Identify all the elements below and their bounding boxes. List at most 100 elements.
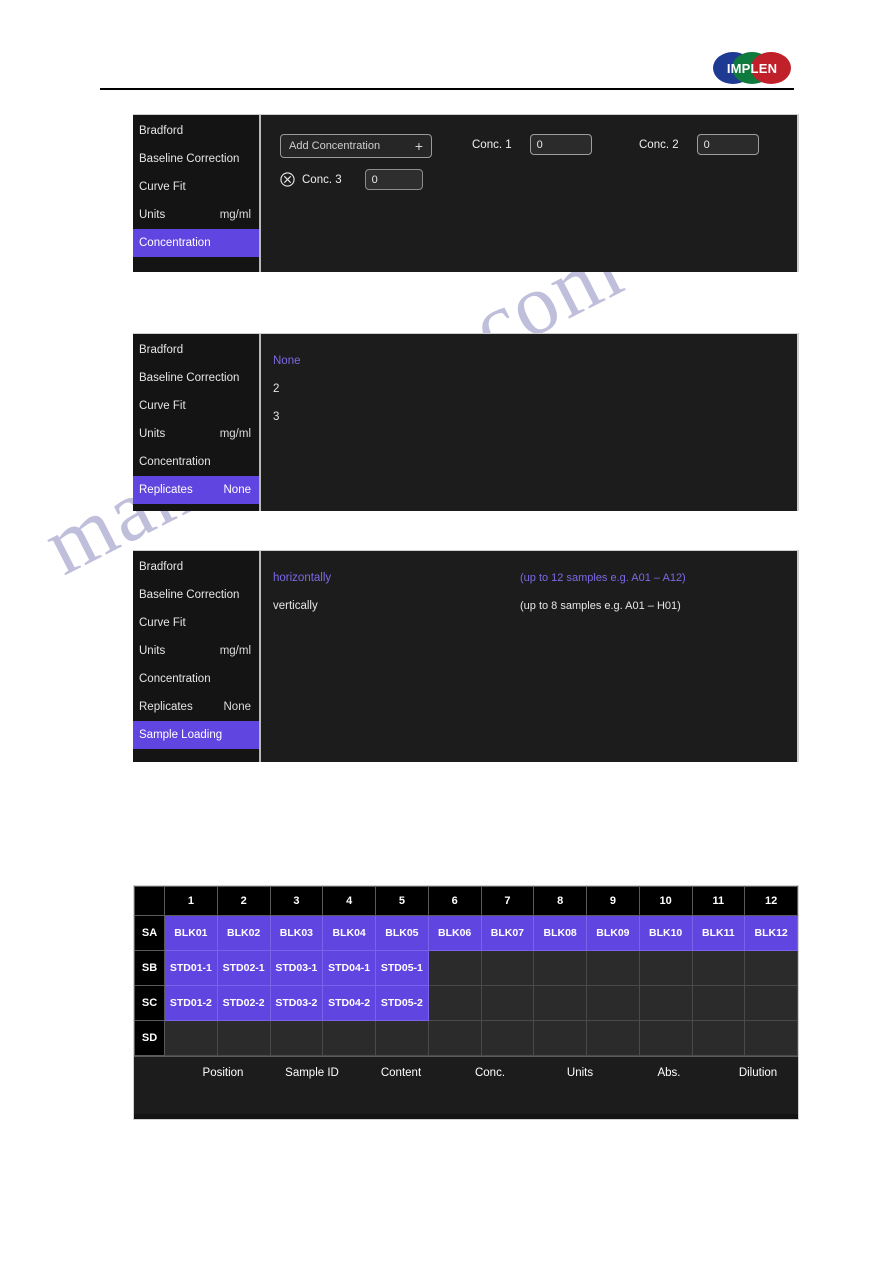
- plate-cell[interactable]: BLK06: [427, 915, 482, 951]
- plate-cell[interactable]: [533, 1020, 587, 1056]
- plate-cell[interactable]: [269, 1020, 324, 1056]
- replicates-option-list: None 2 3: [273, 347, 797, 431]
- option-none[interactable]: None: [273, 347, 797, 375]
- plate-cell[interactable]: [691, 1020, 746, 1056]
- sidebar-item-label: Units: [139, 645, 166, 657]
- plate-cell[interactable]: [480, 950, 535, 986]
- sidebar-item-curve-fit[interactable]: Curve Fit: [133, 173, 259, 201]
- plate-row-header[interactable]: SC: [134, 985, 165, 1021]
- option-3[interactable]: 3: [273, 403, 797, 431]
- plate-cell[interactable]: [586, 950, 640, 986]
- plate-col-header[interactable]: 2: [216, 886, 271, 916]
- sidebar-item-replicates[interactable]: Replicates None: [133, 693, 259, 721]
- option-horizontally[interactable]: horizontally (up to 12 samples e.g. A01 …: [273, 564, 797, 592]
- plate-cell[interactable]: STD05-2: [375, 985, 429, 1021]
- plate-cell[interactable]: [744, 950, 798, 986]
- sidebar-item-bradford[interactable]: Bradford: [133, 336, 259, 364]
- plate-col-header[interactable]: 11: [691, 886, 746, 916]
- option-2[interactable]: 2: [273, 375, 797, 403]
- plate-row-header[interactable]: SB: [134, 950, 165, 986]
- add-concentration-button[interactable]: Add Concentration +: [280, 134, 432, 158]
- plate-cell[interactable]: STD03-1: [269, 950, 324, 986]
- plate-cell[interactable]: STD03-2: [269, 985, 324, 1021]
- sidebar-item-curve-fit[interactable]: Curve Fit: [133, 609, 259, 637]
- footer-header-sample-id: Sample ID: [285, 1067, 339, 1079]
- conc1-input[interactable]: 0: [529, 134, 592, 155]
- plate-cell[interactable]: [427, 1020, 482, 1056]
- plate-col-header[interactable]: 1: [164, 886, 218, 916]
- plate-cell[interactable]: [533, 985, 587, 1021]
- sidebar-item-bradford[interactable]: Bradford: [133, 117, 259, 145]
- sidebar-item-baseline-correction[interactable]: Baseline Correction: [133, 581, 259, 609]
- plate-cell[interactable]: [427, 985, 482, 1021]
- plate-cell[interactable]: [691, 950, 746, 986]
- plate-cell[interactable]: BLK08: [533, 915, 587, 951]
- plate-cell[interactable]: [744, 985, 798, 1021]
- panel3-sidebar: Bradford Baseline Correction Curve Fit U…: [133, 551, 261, 762]
- plate-cell[interactable]: STD01-1: [164, 950, 218, 986]
- sidebar-item-concentration[interactable]: Concentration: [133, 229, 259, 257]
- plate-cell[interactable]: [480, 985, 535, 1021]
- plate-col-header[interactable]: 10: [638, 886, 693, 916]
- plate-col-header[interactable]: 8: [533, 886, 587, 916]
- plate-cell[interactable]: [427, 950, 482, 986]
- plate-cell[interactable]: [164, 1020, 218, 1056]
- panel1-sidebar: Bradford Baseline Correction Curve Fit U…: [133, 115, 261, 272]
- plate-cell[interactable]: [586, 985, 640, 1021]
- sidebar-item-units[interactable]: Units mg/ml: [133, 420, 259, 448]
- sidebar-item-sample-loading[interactable]: Sample Loading: [133, 721, 259, 749]
- plate-cell[interactable]: [375, 1020, 429, 1056]
- plate-cell[interactable]: BLK07: [480, 915, 535, 951]
- plate-col-header[interactable]: 6: [427, 886, 482, 916]
- plate-cell[interactable]: [216, 1020, 271, 1056]
- plate-cell[interactable]: [322, 1020, 376, 1056]
- plate-cell[interactable]: STD04-1: [322, 950, 376, 986]
- plate-col-header[interactable]: 5: [375, 886, 429, 916]
- sidebar-item-replicates[interactable]: Replicates None: [133, 476, 259, 504]
- plate-cell[interactable]: [638, 1020, 693, 1056]
- plate-cell[interactable]: BLK09: [586, 915, 640, 951]
- plate-cell[interactable]: BLK05: [375, 915, 429, 951]
- plate-row-header[interactable]: SD: [134, 1020, 165, 1056]
- sidebar-item-concentration[interactable]: Concentration: [133, 665, 259, 693]
- plate-col-header[interactable]: 7: [480, 886, 535, 916]
- plate-cell[interactable]: BLK01: [164, 915, 218, 951]
- plate-cell[interactable]: BLK11: [691, 915, 746, 951]
- plate-cell[interactable]: BLK10: [638, 915, 693, 951]
- plate-cell[interactable]: BLK12: [744, 915, 798, 951]
- plate-cell[interactable]: [480, 1020, 535, 1056]
- plate-cell[interactable]: BLK03: [269, 915, 324, 951]
- plate-grid: 1 2 3 4 5 6 7 8 9 10 11 12 SA BLK01 BLK0…: [134, 886, 798, 1056]
- plate-cell[interactable]: STD04-2: [322, 985, 376, 1021]
- sidebar-item-curve-fit[interactable]: Curve Fit: [133, 392, 259, 420]
- conc3-input[interactable]: 0: [364, 169, 423, 190]
- plate-cell[interactable]: [691, 985, 746, 1021]
- sidebar-item-baseline-correction[interactable]: Baseline Correction: [133, 364, 259, 392]
- table-row: SD: [134, 1020, 798, 1056]
- plate-cell[interactable]: STD02-1: [216, 950, 271, 986]
- sidebar-item-baseline-correction[interactable]: Baseline Correction: [133, 145, 259, 173]
- sidebar-item-bradford[interactable]: Bradford: [133, 553, 259, 581]
- plate-cell[interactable]: [638, 950, 693, 986]
- conc2-input[interactable]: 0: [696, 134, 759, 155]
- plate-cell[interactable]: STD02-2: [216, 985, 271, 1021]
- plate-cell[interactable]: STD01-2: [164, 985, 218, 1021]
- plate-cell[interactable]: STD05-1: [375, 950, 429, 986]
- plate-cell[interactable]: [638, 985, 693, 1021]
- plate-cell[interactable]: BLK02: [216, 915, 271, 951]
- sidebar-item-label: Units: [139, 428, 166, 440]
- plate-col-header[interactable]: 3: [269, 886, 324, 916]
- plate-cell[interactable]: BLK04: [322, 915, 376, 951]
- plate-cell[interactable]: [586, 1020, 640, 1056]
- plate-row-header[interactable]: SA: [134, 915, 165, 951]
- sidebar-item-concentration[interactable]: Concentration: [133, 448, 259, 476]
- plate-col-header[interactable]: 4: [322, 886, 376, 916]
- plate-col-header[interactable]: 9: [586, 886, 640, 916]
- sidebar-item-units[interactable]: Units mg/ml: [133, 637, 259, 665]
- plate-col-header[interactable]: 12: [744, 886, 798, 916]
- sidebar-item-units[interactable]: Units mg/ml: [133, 201, 259, 229]
- option-vertically[interactable]: vertically (up to 8 samples e.g. A01 – H…: [273, 592, 797, 620]
- plate-cell[interactable]: [533, 950, 587, 986]
- plate-cell[interactable]: [744, 1020, 798, 1056]
- circle-x-icon[interactable]: [280, 172, 295, 187]
